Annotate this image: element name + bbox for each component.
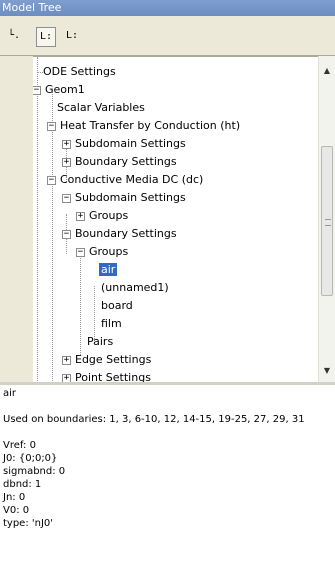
- tree-item-point-settings[interactable]: + Point Settings: [62, 369, 153, 382]
- info-prop-dbnd: dbnd: 1: [3, 479, 42, 490]
- tree-item-air[interactable]: air: [99, 261, 118, 279]
- tree-item-geom1[interactable]: − Geom1: [33, 81, 87, 99]
- tree-item-conductive-media[interactable]: − Conductive Media DC (dc): [47, 171, 205, 189]
- tree-item-ode-settings[interactable]: ODE Settings: [41, 63, 118, 81]
- info-selected-name: air: [3, 388, 17, 399]
- tree-item-pairs[interactable]: Pairs: [85, 333, 115, 351]
- expand-icon[interactable]: +: [62, 139, 71, 149]
- toolbar: └. L: L:: [0, 16, 335, 56]
- collapse-icon[interactable]: −: [76, 247, 85, 257]
- tree-item-subdomain-settings-dc[interactable]: − Subdomain Settings: [62, 189, 188, 207]
- scrollbar-thumb[interactable]: [321, 146, 333, 296]
- tree-item-board[interactable]: board: [99, 297, 135, 315]
- collapse-icon[interactable]: −: [47, 175, 56, 185]
- info-panel: air Used on boundaries: 1, 3, 6-10, 12, …: [0, 385, 335, 561]
- tree-item-edge-settings[interactable]: + Edge Settings: [62, 351, 153, 369]
- scroll-down-icon[interactable]: ▼: [319, 362, 335, 379]
- info-prop-jn: Jn: 0: [3, 492, 26, 503]
- info-used-on: Used on boundaries: 1, 3, 6-10, 12, 14-1…: [3, 414, 305, 425]
- tree-item-scalar-variables[interactable]: Scalar Variables: [55, 99, 147, 117]
- tree-left-margin: [0, 56, 34, 382]
- info-prop-j0: J0: {0;0;0}: [3, 453, 58, 464]
- collapse-icon[interactable]: −: [47, 121, 56, 131]
- view-tree-button-3[interactable]: L:: [62, 27, 82, 47]
- collapse-icon[interactable]: −: [33, 85, 41, 95]
- tree-item-subdomain-settings-ht[interactable]: + Subdomain Settings: [62, 135, 188, 153]
- info-prop-sigmabnd: sigmabnd: 0: [3, 466, 66, 477]
- collapse-icon[interactable]: −: [62, 229, 71, 239]
- tree-item-unnamed1[interactable]: (unnamed1): [99, 279, 171, 297]
- expand-icon[interactable]: +: [62, 373, 71, 382]
- scroll-up-icon[interactable]: ▲: [319, 62, 335, 79]
- expand-icon[interactable]: +: [62, 355, 71, 365]
- tree-item-heat-transfer[interactable]: − Heat Transfer by Conduction (ht): [47, 117, 242, 135]
- tree-item-boundary-settings-dc[interactable]: − Boundary Settings: [62, 225, 179, 243]
- panel-title: Model Tree: [0, 0, 335, 16]
- view-tree-button-2[interactable]: L:: [36, 27, 56, 47]
- tree-scrollbar[interactable]: ▲ ▼: [318, 56, 335, 382]
- view-tree-button-1[interactable]: └.: [4, 27, 24, 47]
- expand-icon[interactable]: +: [76, 211, 85, 221]
- info-prop-type: type: 'nJ0': [3, 518, 54, 529]
- tree-item-film[interactable]: film: [99, 315, 124, 333]
- info-prop-v0: V0: 0: [3, 505, 30, 516]
- tree-item-boundary-settings-ht[interactable]: + Boundary Settings: [62, 153, 179, 171]
- info-prop-vref: Vref: 0: [3, 440, 36, 451]
- tree-item-groups-boundary[interactable]: − Groups: [76, 243, 130, 261]
- model-tree[interactable]: ODE Settings − Geom1 Scalar Variables − He…: [33, 56, 335, 382]
- collapse-icon[interactable]: −: [62, 193, 71, 203]
- tree-item-groups-subdomain[interactable]: + Groups: [76, 207, 130, 225]
- expand-icon[interactable]: +: [62, 157, 71, 167]
